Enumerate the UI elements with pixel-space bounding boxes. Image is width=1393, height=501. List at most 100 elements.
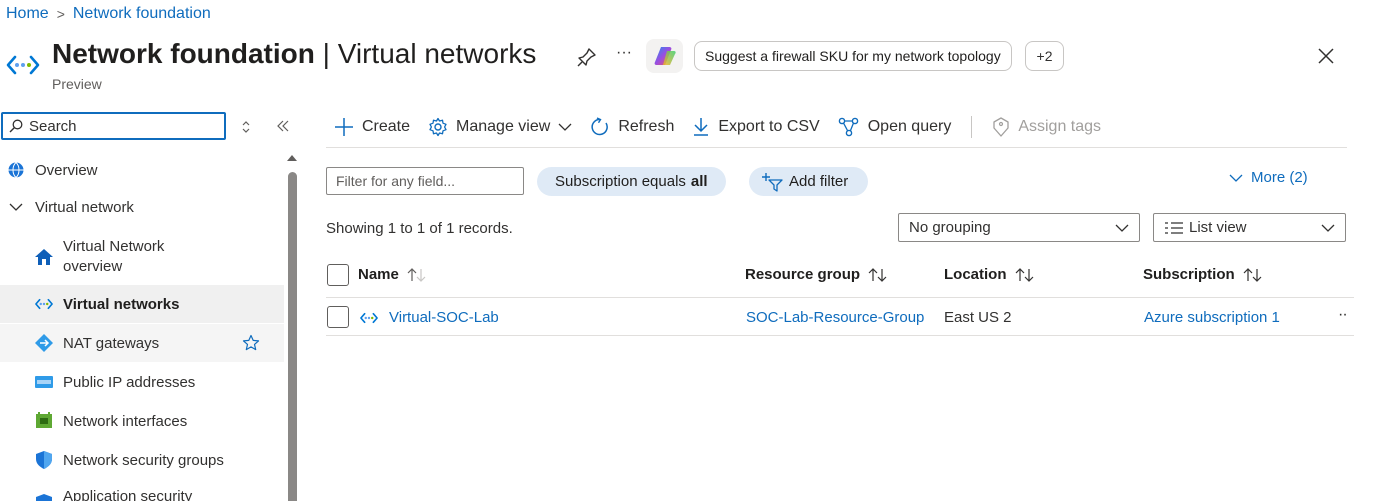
toolbar-divider — [971, 116, 973, 138]
subscription-filter-pill[interactable]: Subscription equals all — [537, 167, 726, 196]
sidebar-item-virtual-networks[interactable]: Virtual networks — [0, 285, 284, 323]
page-title-sub: Virtual networks — [337, 38, 537, 69]
collapse-sidebar-icon[interactable] — [275, 118, 291, 134]
sort-arrows-icon — [868, 267, 887, 282]
sidebar-item-nat-gateways[interactable]: NAT gateways — [0, 324, 284, 362]
row-checkbox[interactable] — [327, 306, 349, 328]
more-suggestions-chip[interactable]: +2 — [1025, 41, 1064, 71]
column-header-label: Location — [944, 266, 1007, 283]
sidebar-item-label: Virtual Network overview — [63, 238, 165, 275]
query-icon — [838, 117, 859, 137]
vnet-name-link[interactable]: Virtual-SOC-Lab — [389, 309, 499, 326]
sidebar-item-virtual-network-overview[interactable]: Virtual Network overview — [0, 236, 284, 278]
download-icon — [694, 118, 709, 136]
grouping-dropdown[interactable]: No grouping — [898, 213, 1140, 242]
refresh-button[interactable]: Refresh — [590, 117, 674, 137]
command-bar: Create Manage view Refresh Export to CSV… — [334, 113, 1119, 141]
select-all-checkbox[interactable] — [327, 264, 349, 286]
sidebar-item-application-security[interactable]: Application security — [0, 480, 284, 501]
subscription-link[interactable]: Azure subscription 1 — [1144, 309, 1280, 326]
page-title-main: Network foundation — [52, 38, 315, 69]
breadcrumb-current-link[interactable]: Network foundation — [73, 5, 211, 23]
virtual-network-icon — [6, 55, 40, 75]
more-filters-label: More (2) — [1251, 169, 1308, 186]
column-header-location[interactable]: Location — [944, 266, 1035, 283]
assign-tags-button[interactable]: Assign tags — [992, 117, 1101, 137]
home-icon — [34, 247, 54, 267]
sidebar-scrollbar-thumb[interactable] — [288, 172, 297, 501]
sidebar-item-network-interfaces[interactable]: Network interfaces — [0, 402, 284, 440]
sidebar-item-label: Public IP addresses — [63, 373, 196, 391]
add-filter-button[interactable]: Add filter — [749, 167, 869, 196]
close-icon[interactable] — [1316, 46, 1336, 66]
copilot-button[interactable] — [646, 39, 683, 73]
column-header-resource-group[interactable]: Resource group — [745, 266, 888, 283]
globe-icon — [6, 160, 26, 180]
sidebar-item-public-ip-addresses[interactable]: Public IP addresses — [0, 363, 284, 401]
sidebar-item-label: Network interfaces — [63, 412, 188, 430]
breadcrumb: Home > Network foundation — [6, 5, 211, 23]
row-more-button[interactable]: ·· — [1338, 306, 1348, 324]
sidebar-item-label: Virtual network — [35, 198, 134, 216]
column-header-label: Resource group — [745, 266, 861, 283]
table-row-name[interactable]: Virtual-SOC-Lab — [358, 309, 499, 326]
column-header-name[interactable]: Name — [358, 266, 427, 283]
sidebar-search[interactable] — [1, 112, 226, 140]
sidebar-item-network-security-groups[interactable]: Network security groups — [0, 441, 284, 479]
star-icon[interactable] — [242, 334, 260, 352]
table-row-divider — [326, 335, 1354, 336]
network-interface-icon — [34, 411, 54, 431]
shield-icon — [34, 450, 54, 470]
sidebar-item-label: Virtual networks — [63, 295, 180, 313]
copilot-suggestion-chip[interactable]: Suggest a firewall SKU for my network to… — [694, 41, 1012, 71]
plus-icon — [335, 118, 353, 136]
more-filters-link[interactable]: More (2) — [1229, 169, 1308, 186]
scroll-up-arrow[interactable] — [287, 155, 297, 161]
sidebar-item-label: Application security — [63, 488, 193, 501]
sidebar-search-input[interactable] — [29, 117, 209, 135]
sidebar-item-label: Overview — [35, 161, 98, 179]
sidebar-item-label: Network security groups — [63, 451, 224, 469]
sort-updown-icon[interactable] — [240, 120, 252, 134]
add-filter-label: Add filter — [789, 173, 849, 190]
chevron-down-icon — [6, 197, 26, 217]
filter-input[interactable] — [326, 167, 524, 195]
chevron-down-icon — [558, 123, 572, 131]
pin-icon[interactable] — [576, 46, 598, 68]
open-query-button[interactable]: Open query — [838, 117, 952, 137]
resource-group-link[interactable]: SOC-Lab-Resource-Group — [746, 309, 924, 326]
view-dropdown[interactable]: List view — [1153, 213, 1346, 242]
more-icon[interactable]: ··· — [616, 44, 636, 64]
column-header-subscription[interactable]: Subscription — [1143, 266, 1263, 283]
virtual-network-icon — [360, 312, 378, 323]
chevron-down-icon — [1115, 224, 1129, 232]
export-csv-button[interactable]: Export to CSV — [692, 117, 820, 137]
create-button[interactable]: Create — [334, 117, 410, 137]
chevron-down-icon — [1321, 224, 1335, 232]
virtual-network-icon — [34, 294, 54, 314]
column-header-label: Name — [358, 266, 399, 283]
add-filter-icon — [762, 172, 783, 192]
subscription-filter-label: Subscription equals — [555, 173, 686, 190]
open-query-label: Open query — [867, 118, 952, 135]
list-view-icon — [1165, 221, 1183, 234]
records-count: Showing 1 to 1 of 1 records. — [326, 220, 513, 237]
sidebar-item-label: NAT gateways — [63, 334, 160, 352]
breadcrumb-separator: > — [56, 6, 65, 22]
manage-view-button[interactable]: Manage view — [428, 117, 572, 137]
copilot-icon — [654, 47, 676, 65]
column-header-label: Subscription — [1143, 266, 1235, 283]
search-icon — [9, 119, 23, 133]
chevron-down-icon — [1229, 174, 1243, 182]
subscription-filter-value: all — [690, 173, 708, 190]
refresh-icon — [591, 117, 609, 136]
sidebar-group-virtual-network[interactable]: Virtual network — [0, 188, 284, 226]
breadcrumb-home-link[interactable]: Home — [6, 5, 49, 23]
sort-arrows-icon — [407, 267, 426, 282]
public-ip-icon — [34, 372, 54, 392]
sort-arrows-icon — [1243, 267, 1262, 282]
view-value: List view — [1189, 219, 1247, 236]
sidebar-item-overview[interactable]: Overview — [0, 151, 284, 189]
page-title: Network foundation | Virtual networks — [52, 38, 536, 70]
refresh-label: Refresh — [618, 118, 675, 135]
